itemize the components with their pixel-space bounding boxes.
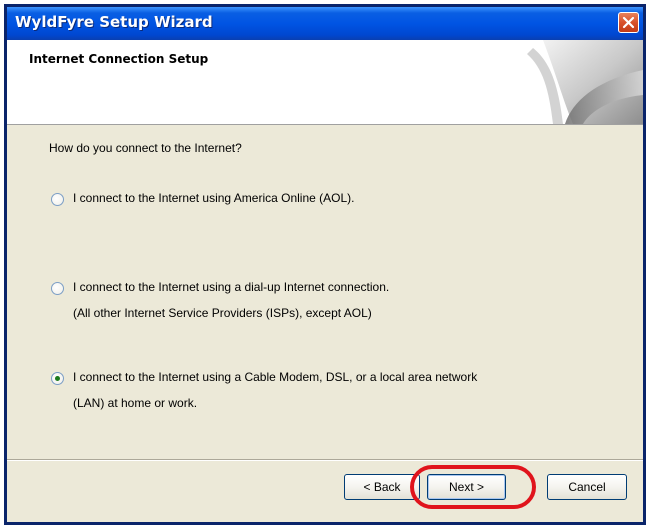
question-label: How do you connect to the Internet? <box>49 141 242 155</box>
window-title: WyldFyre Setup Wizard <box>15 13 213 31</box>
footer-divider <box>7 459 643 461</box>
wizard-header: Internet Connection Setup <box>7 40 643 125</box>
cancel-button[interactable]: Cancel <box>547 474 627 500</box>
page-heading: Internet Connection Setup <box>29 52 209 66</box>
radio-dialup[interactable] <box>51 282 64 295</box>
wizard-content: How do you connect to the Internet? I co… <box>7 125 643 455</box>
close-x-icon <box>622 16 635 29</box>
next-button[interactable]: Next > <box>427 474 506 500</box>
back-button[interactable]: < Back <box>344 474 420 500</box>
option-dialup-label: I connect to the Internet using a dial-u… <box>73 280 390 294</box>
close-button[interactable] <box>618 12 639 33</box>
title-bar[interactable]: WyldFyre Setup Wizard <box>7 7 643 40</box>
option-broadband-sublabel: (LAN) at home or work. <box>73 396 198 410</box>
setup-wizard-window: WyldFyre Setup Wizard Internet Connectio… <box>4 4 646 525</box>
option-broadband-label: I connect to the Internet using a Cable … <box>73 370 478 384</box>
radio-aol[interactable] <box>51 193 64 206</box>
option-dialup-sublabel: (All other Internet Service Providers (I… <box>73 306 372 320</box>
page-curl-graphic <box>527 40 643 124</box>
radio-broadband[interactable] <box>51 372 64 385</box>
option-aol-label: I connect to the Internet using America … <box>73 191 355 205</box>
